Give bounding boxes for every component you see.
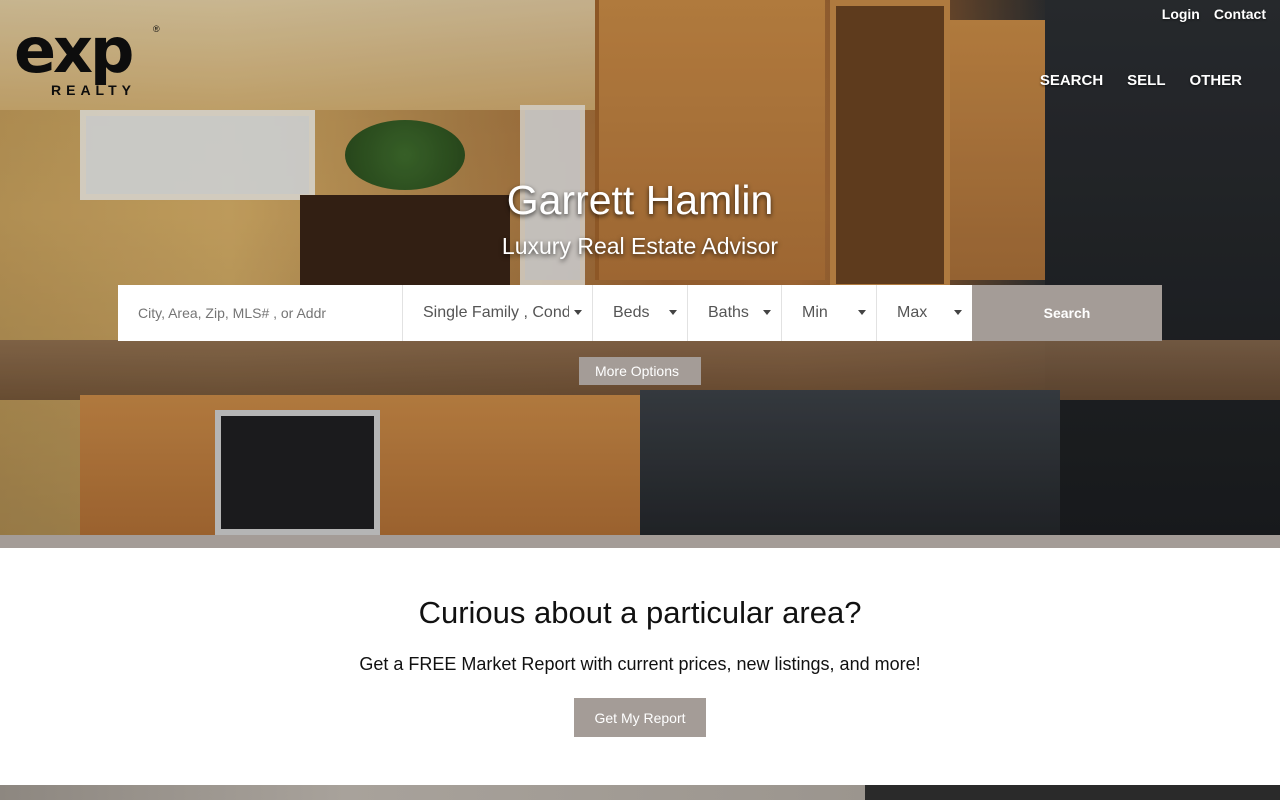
more-options-button[interactable]: More Options: [579, 357, 701, 385]
chevron-down-icon: [763, 310, 771, 315]
location-input[interactable]: [138, 305, 402, 321]
contact-label: Contact: [1213, 6, 1266, 22]
property-type-value: Single Family , Condo: [423, 304, 569, 321]
market-report-text: Get a FREE Market Report with current pr…: [359, 654, 921, 674]
exp-realty-logo[interactable]: exp REALTY ®: [14, 14, 164, 104]
login-link[interactable]: Login: [1158, 6, 1200, 22]
contact-link[interactable]: Contact: [1210, 6, 1266, 22]
login-label: Login: [1161, 6, 1200, 22]
next-section-image: [0, 785, 865, 800]
chevron-down-icon: [858, 310, 866, 315]
nav-other[interactable]: OTHER: [1178, 70, 1254, 90]
location-field: [118, 285, 403, 341]
registered-mark: ®: [153, 24, 160, 34]
nav-other-label: OTHER: [1189, 71, 1243, 89]
more-options-label: More Options: [594, 363, 680, 379]
logo-mark: exp: [14, 14, 134, 87]
market-report-heading: Curious about a particular area?: [418, 595, 862, 630]
next-section-dark-panel: [865, 785, 1280, 800]
hero-banner: exp REALTY ® Login Contact SEARCH SELL O…: [0, 0, 1280, 535]
max-price-select[interactable]: Max: [877, 285, 972, 341]
nav-search[interactable]: SEARCH: [1028, 70, 1115, 90]
chevron-down-icon: [954, 310, 962, 315]
agent-title: Luxury Real Estate Advisor: [501, 233, 779, 259]
market-report-section: Curious about a particular area? Get a F…: [0, 548, 1280, 785]
baths-select[interactable]: Baths: [688, 285, 782, 341]
property-type-select[interactable]: Single Family , Condo: [403, 285, 593, 341]
top-links: Login Contact: [1158, 6, 1266, 22]
min-price-value: Min: [802, 304, 828, 321]
chevron-down-icon: [574, 310, 582, 315]
beds-value: Beds: [613, 304, 650, 321]
min-price-select[interactable]: Min: [782, 285, 877, 341]
beds-select[interactable]: Beds: [593, 285, 688, 341]
chevron-down-icon: [669, 310, 677, 315]
property-search-bar: Single Family , Condo Beds Baths Min Max…: [118, 285, 1162, 341]
get-my-report-button[interactable]: Get My Report: [574, 698, 706, 737]
logo-sub: REALTY: [51, 82, 136, 98]
nav-sell-label: SELL: [1127, 71, 1166, 89]
baths-value: Baths: [708, 304, 749, 321]
nav-sell[interactable]: SELL: [1115, 70, 1177, 90]
search-button[interactable]: Search: [972, 285, 1162, 341]
main-nav: SEARCH SELL OTHER: [1028, 70, 1253, 90]
accent-divider: [0, 535, 1280, 548]
agent-name: Garrett Hamlin: [506, 177, 774, 223]
max-price-value: Max: [897, 304, 928, 321]
nav-search-label: SEARCH: [1039, 71, 1104, 89]
